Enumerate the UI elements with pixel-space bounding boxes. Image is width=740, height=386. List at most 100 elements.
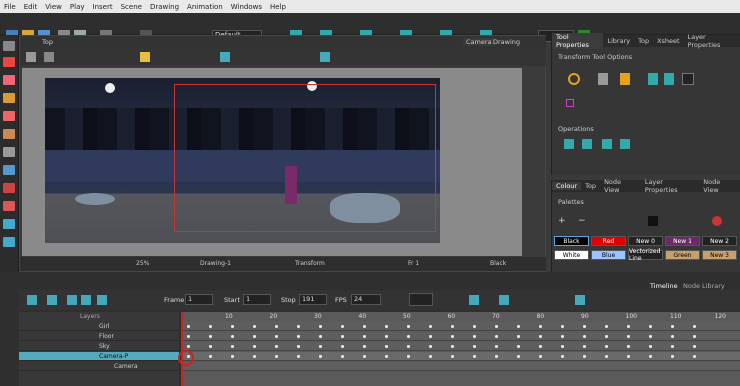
keyframe[interactable] <box>473 345 476 348</box>
stroke-icon[interactable] <box>3 237 15 247</box>
keyframe[interactable] <box>517 325 520 328</box>
tab-timeline[interactable]: Timeline <box>650 282 678 290</box>
gear-icon[interactable] <box>26 52 36 62</box>
frame-input[interactable]: 1 <box>185 294 213 305</box>
menu-animation[interactable]: Animation <box>187 3 223 11</box>
keyframe[interactable] <box>517 345 520 348</box>
keyframe[interactable] <box>297 345 300 348</box>
layer-row[interactable]: Camera-P <box>19 352 179 361</box>
playhead[interactable] <box>181 312 183 386</box>
keyframe[interactable] <box>671 345 674 348</box>
add-icon[interactable]: + <box>558 216 568 226</box>
keyframe[interactable] <box>451 325 454 328</box>
swatch-new-3[interactable]: New 3 <box>702 250 737 260</box>
tab-node-library[interactable]: Node Library <box>683 282 725 290</box>
keyframe[interactable] <box>209 355 212 358</box>
prev-frame-icon[interactable] <box>67 295 77 305</box>
eraser-icon[interactable] <box>3 111 15 121</box>
keyframe[interactable] <box>451 345 454 348</box>
keyframe[interactable] <box>649 345 652 348</box>
keyframe[interactable] <box>231 335 234 338</box>
menu-view[interactable]: View <box>45 3 62 11</box>
keyframe[interactable] <box>407 355 410 358</box>
keyframe[interactable] <box>209 345 212 348</box>
first-frame-icon[interactable] <box>47 295 57 305</box>
tab-top[interactable]: Top <box>581 182 600 190</box>
contour-icon[interactable] <box>3 57 15 67</box>
keyframe[interactable] <box>539 355 542 358</box>
keyframe[interactable] <box>187 345 190 348</box>
keyframe[interactable] <box>275 355 278 358</box>
keyframe[interactable] <box>407 345 410 348</box>
peg-icon[interactable] <box>648 73 658 85</box>
menu-file[interactable]: File <box>4 3 16 11</box>
keyframe[interactable] <box>385 355 388 358</box>
keyframe[interactable] <box>363 345 366 348</box>
tab-drawing[interactable]: Drawing <box>490 38 523 46</box>
remove-icon[interactable]: − <box>578 216 588 226</box>
frame-row[interactable] <box>181 322 740 331</box>
keyframe[interactable] <box>275 345 278 348</box>
keyframe[interactable] <box>385 325 388 328</box>
tab-node-view[interactable]: Node View <box>600 178 641 194</box>
flip-v-icon[interactable] <box>582 139 592 149</box>
keyframe[interactable] <box>539 345 542 348</box>
paint-icon[interactable] <box>3 183 15 193</box>
keyframe[interactable] <box>451 335 454 338</box>
keyframe[interactable] <box>583 355 586 358</box>
keyframe[interactable] <box>209 325 212 328</box>
swatch-green[interactable]: Green <box>665 250 700 260</box>
onion-skin-icon[interactable] <box>575 295 585 305</box>
keyframe[interactable] <box>495 355 498 358</box>
keyframe[interactable] <box>583 325 586 328</box>
keyframe[interactable] <box>693 345 696 348</box>
keyframe[interactable] <box>231 325 234 328</box>
keyframe[interactable] <box>209 335 212 338</box>
play-icon[interactable] <box>27 295 37 305</box>
menu-windows[interactable]: Windows <box>231 3 262 11</box>
keyframe[interactable] <box>451 355 454 358</box>
keyframe[interactable] <box>627 335 630 338</box>
keyframe[interactable] <box>539 335 542 338</box>
keyframe[interactable] <box>429 335 432 338</box>
tab-colour[interactable]: Colour <box>552 182 582 190</box>
keyframe[interactable] <box>649 325 652 328</box>
keyframe[interactable] <box>253 325 256 328</box>
keyframe[interactable] <box>495 325 498 328</box>
layer-row[interactable]: Camera <box>19 362 179 371</box>
keyframe[interactable] <box>231 355 234 358</box>
select-icon[interactable] <box>3 41 15 51</box>
keyframe[interactable] <box>693 335 696 338</box>
keyframe[interactable] <box>363 335 366 338</box>
keyframe[interactable] <box>561 355 564 358</box>
keyframe[interactable] <box>429 325 432 328</box>
zoom-level[interactable]: 25% <box>136 260 149 267</box>
frame-row[interactable] <box>181 332 740 341</box>
menu-scene[interactable]: Scene <box>121 3 142 11</box>
keyframe[interactable] <box>627 355 630 358</box>
keyframe[interactable] <box>627 325 630 328</box>
tab-layer-properties[interactable]: Layer Properties <box>684 33 740 49</box>
keyframe[interactable] <box>583 345 586 348</box>
keyframe[interactable] <box>583 335 586 338</box>
camera-frame[interactable] <box>174 84 436 232</box>
pencil-icon[interactable] <box>3 93 15 103</box>
lasso-icon[interactable] <box>568 73 580 85</box>
swatch-new-1[interactable]: New 1 <box>665 236 700 246</box>
keyframe[interactable] <box>275 335 278 338</box>
swatch-red[interactable]: Red <box>591 236 626 246</box>
keyframe[interactable] <box>341 345 344 348</box>
layer-row[interactable]: Floor <box>19 332 179 341</box>
keyframe[interactable] <box>363 325 366 328</box>
tab-library[interactable]: Library <box>603 37 634 45</box>
cutter-icon[interactable] <box>3 219 15 229</box>
keyframe[interactable] <box>363 355 366 358</box>
text-icon[interactable] <box>3 147 15 157</box>
keyframe[interactable] <box>319 355 322 358</box>
keyframe[interactable] <box>473 355 476 358</box>
swatch-vectorized-line[interactable]: Vectorized Line <box>628 248 663 262</box>
keyframe[interactable] <box>605 335 608 338</box>
flip-icon[interactable] <box>320 52 330 62</box>
swatch-black[interactable]: Black <box>554 236 589 246</box>
keyframe[interactable] <box>253 335 256 338</box>
